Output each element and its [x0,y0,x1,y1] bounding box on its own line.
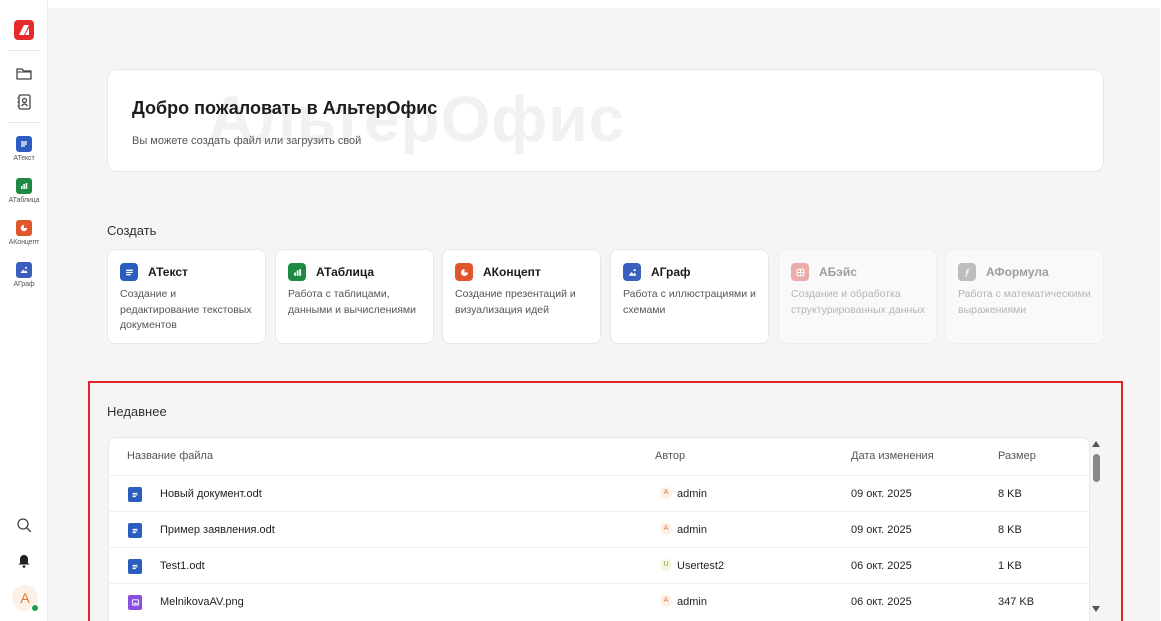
user-avatar[interactable]: A [12,585,39,612]
sidebar-app-label: АКонцепт [8,239,40,246]
card-title: АБэйс [819,265,857,279]
card-description: Создание и редактирование текстовых доку… [120,288,252,331]
text-doc-icon [128,487,142,502]
file-date: 06 окт. 2025 [851,560,912,572]
card-title: АТаблица [316,265,375,279]
create-card-abeis: АБэйс Создание и обработка структурирова… [778,249,937,344]
spreadsheet-icon [16,178,32,194]
sidebar-app-atext[interactable]: АТекст [0,136,48,162]
card-description: Работа с таблицами, данными и вычисления… [288,288,417,316]
welcome-banner: АльтерОфис Добро пожаловать в АльтерОфис… [107,69,1104,172]
file-name: Пример заявления.odt [160,524,275,536]
card-description: Работа с иллюстрациями и схемами [623,288,756,316]
presentation-icon [455,263,473,281]
card-title: АФормула [986,265,1049,279]
card-title: АГраф [651,265,691,279]
alteroffice-logo-icon[interactable] [14,20,34,40]
file-author: Aadmin [660,476,707,512]
sidebar-app-label: АТаблица [8,197,40,204]
sidebar-app-agraf[interactable]: АГраф [0,262,48,288]
author-name: admin [677,524,707,536]
author-name: admin [677,488,707,500]
table-row[interactable]: Test1.odt U Usertest2 06 окт. 2025 1 KB [109,547,1089,584]
welcome-title: Добро пожаловать в АльтерОфис [132,98,438,118]
column-header-date[interactable]: Дата изменения [851,438,934,474]
avatar-letter: A [20,590,30,606]
create-section-title: Создать [107,223,157,238]
text-doc-icon [120,263,138,281]
folder-icon[interactable] [14,63,34,83]
card-title: АКонцепт [483,265,541,279]
column-header-name[interactable]: Название файла [127,438,213,474]
graphics-icon [623,263,641,281]
column-header-size[interactable]: Размер [998,438,1036,474]
scroll-up-icon[interactable] [1092,441,1100,447]
file-author: U Usertest2 [660,548,724,584]
file-date: 09 окт. 2025 [851,524,912,536]
file-date: 06 окт. 2025 [851,596,912,608]
sidebar-app-atablica[interactable]: АТаблица [0,178,48,204]
file-name: Новый документ.odt [160,488,262,500]
file-name: MelnikovaAV.png [160,596,244,608]
author-avatar: A [660,487,672,500]
formula-icon [958,263,976,281]
sidebar-divider [8,50,40,51]
file-author: Aadmin [660,512,707,548]
scroll-down-icon[interactable] [1092,606,1100,612]
sidebar: АТекст АТаблица АКонцепт АГраф A [0,0,48,621]
create-card-atablica[interactable]: АТаблица Работа с таблицами, данными и в… [275,249,434,344]
file-size: 1 KB [998,560,1022,572]
file-date: 09 окт. 2025 [851,488,912,500]
sidebar-app-akoncept[interactable]: АКонцепт [0,220,48,246]
text-doc-icon [128,559,142,574]
create-card-agraf[interactable]: АГраф Работа с иллюстрациями и схемами [610,249,769,344]
table-row[interactable]: Пример заявления.odt Aadmin 09 окт. 2025… [109,511,1089,548]
online-status-indicator [31,604,39,612]
scroll-thumb[interactable] [1093,454,1100,482]
bell-icon[interactable] [14,550,34,570]
image-file-icon [128,595,142,610]
recent-files-table: Название файла Автор Дата изменения Разм… [108,437,1090,621]
text-doc-icon [128,523,142,538]
table-row[interactable]: Новый документ.odt Aadmin 09 окт. 2025 8… [109,475,1089,512]
file-size: 8 KB [998,488,1022,500]
spreadsheet-icon [288,263,306,281]
author-name: Usertest2 [677,560,725,572]
text-doc-icon [16,136,32,152]
file-name: Test1.odt [160,560,205,572]
table-row[interactable]: MelnikovaAV.png Aadmin 06 окт. 2025 347 … [109,583,1089,620]
recent-section-title: Недавнее [107,404,167,419]
search-icon[interactable] [14,515,34,535]
database-icon [791,263,809,281]
table-header: Название файла Автор Дата изменения Разм… [109,438,1089,474]
author-avatar: A [660,523,672,536]
author-avatar: U [660,559,672,572]
table-scrollbar[interactable] [1089,437,1103,620]
author-name: admin [677,596,707,608]
welcome-subtitle: Вы можете создать файл или загрузить сво… [132,135,362,147]
author-avatar: A [660,595,672,608]
graphics-icon [16,262,32,278]
create-card-atext[interactable]: АТекст Создание и редактирование текстов… [107,249,266,344]
sidebar-divider [8,122,40,123]
create-card-akoncept[interactable]: АКонцепт Создание презентаций и визуализ… [442,249,601,344]
column-header-author[interactable]: Автор [655,438,685,474]
file-size: 347 KB [998,596,1035,608]
file-author: Aadmin [660,584,707,620]
card-description: Работа с математическими выражениями [958,288,1091,316]
card-title: АТекст [148,265,188,279]
sidebar-app-label: АТекст [13,155,35,162]
contacts-icon[interactable] [14,92,34,112]
presentation-icon [16,220,32,236]
file-size: 8 KB [998,524,1022,536]
card-description: Создание презентаций и визуализация идей [455,288,576,316]
sidebar-app-label: АГраф [13,281,35,288]
create-card-aformula: АФормула Работа с математическими выраже… [945,249,1104,344]
card-description: Создание и обработка структурированных д… [791,288,926,316]
